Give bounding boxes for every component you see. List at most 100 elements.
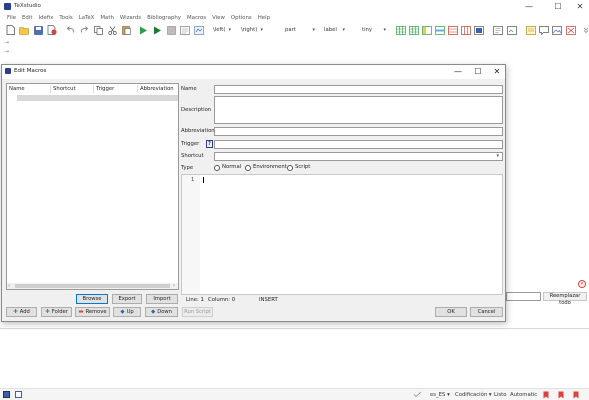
menu-math[interactable]: Math <box>97 14 117 23</box>
menu-idefix[interactable]: Idefix <box>35 14 56 23</box>
redo-icon[interactable] <box>78 24 90 36</box>
table-align-icon[interactable] <box>434 24 446 36</box>
right-delimiter-combo[interactable]: \right) ▾ <box>238 25 266 36</box>
references-combo[interactable]: label ▾ <box>321 25 348 36</box>
menu-file[interactable]: File <box>4 14 19 23</box>
arrow-icon[interactable]: → <box>4 48 9 55</box>
bookmark-red-icon[interactable] <box>542 391 549 399</box>
dialog-close-button[interactable]: ✕ <box>492 67 502 77</box>
type-normal-radio[interactable]: Normal <box>214 164 241 171</box>
trigger-input[interactable] <box>214 140 503 149</box>
menu-view[interactable]: View <box>209 14 228 23</box>
menu-tools[interactable]: Tools <box>56 14 75 23</box>
save-icon[interactable] <box>32 24 44 36</box>
close-file-icon[interactable] <box>46 24 58 36</box>
image-icon[interactable] <box>551 24 563 36</box>
column-header-trigger[interactable]: Trigger <box>96 85 114 93</box>
table-remove-row-icon[interactable] <box>447 24 459 36</box>
import-button[interactable]: Import <box>146 294 178 304</box>
mode-text: Automatic <box>510 392 538 398</box>
menu-latex[interactable]: LaTeX <box>76 14 98 23</box>
bookmark-icon[interactable] <box>492 24 504 36</box>
cut-icon[interactable] <box>106 24 118 36</box>
menu-wizards[interactable]: Wizards <box>117 14 144 23</box>
remove-button[interactable]: ▬ Remove <box>75 307 110 317</box>
font-size-combo[interactable]: tiny ▾ <box>359 25 389 36</box>
compile-icon[interactable] <box>151 24 163 36</box>
copy-icon[interactable] <box>92 24 104 36</box>
macro-table[interactable]: Name Shortcut Trigger Abbreviation ‹ › <box>6 83 179 290</box>
cancel-button[interactable]: Cancel <box>470 307 503 317</box>
run-script-button[interactable]: Run Script <box>182 307 213 317</box>
stop-icon[interactable] <box>165 24 177 36</box>
close-button[interactable]: ✕ <box>575 2 585 12</box>
radio-dot <box>287 164 293 171</box>
menu-bibliography[interactable]: Bibliography <box>144 14 184 23</box>
statusbar: es_ES ▾ Codificación ▾ Listo Automatic <box>0 388 589 400</box>
comment-icon[interactable] <box>538 24 550 36</box>
down-button[interactable]: ◆ Down <box>145 307 178 317</box>
dialog-minimize-button[interactable]: — <box>453 67 463 77</box>
arrow-icon[interactable]: → <box>4 39 9 46</box>
add-button[interactable]: ✚ Add <box>6 307 37 317</box>
toolbar-overflow-icon[interactable] <box>580 24 589 36</box>
view-log-icon[interactable] <box>179 24 191 36</box>
menu-options[interactable]: Options <box>228 14 255 23</box>
abbreviation-input[interactable] <box>214 127 503 136</box>
menu-macros[interactable]: Macros <box>184 14 209 23</box>
close-search-icon[interactable]: ✕ <box>578 280 586 288</box>
left-delimiter-combo[interactable]: \left(▾ <box>210 25 234 36</box>
shortcut-combo[interactable]: ▾ <box>214 152 503 161</box>
table-row[interactable] <box>17 95 178 101</box>
build-view-icon[interactable] <box>137 24 149 36</box>
column-header-name[interactable]: Name <box>9 85 25 93</box>
trigger-help-button[interactable]: ? <box>206 140 213 148</box>
todo-note-icon[interactable] <box>525 24 537 36</box>
macro-code-editor[interactable]: 1 <box>181 174 503 295</box>
insert-graphic-icon[interactable] <box>506 24 518 36</box>
menu-edit[interactable]: Edit <box>19 14 35 23</box>
replace-input[interactable] <box>506 292 541 301</box>
messages-panel-icon[interactable] <box>15 391 22 398</box>
bookmark-red-icon[interactable] <box>557 391 564 399</box>
horizontal-scrollbar[interactable]: ‹ › <box>7 283 178 289</box>
type-environment-radio[interactable]: Environment <box>245 164 287 171</box>
type-script-radio[interactable]: Script <box>287 164 310 171</box>
replace-all-button[interactable]: Reemplazar todo <box>543 292 587 306</box>
undo-icon[interactable] <box>64 24 76 36</box>
table-add-column-icon[interactable] <box>421 24 433 36</box>
maximize-button[interactable]: ☐ <box>553 2 563 12</box>
paste-icon[interactable] <box>120 24 132 36</box>
minimize-button[interactable]: — <box>524 2 534 12</box>
text-cursor <box>203 177 204 183</box>
name-input[interactable] <box>214 85 503 94</box>
table-remove-column-icon[interactable] <box>460 24 472 36</box>
description-textarea[interactable] <box>214 96 503 124</box>
trigger-label: Trigger <box>181 141 200 147</box>
table-add-row-icon[interactable] <box>408 24 420 36</box>
export-button[interactable]: Export <box>112 294 142 304</box>
menu-help[interactable]: Help <box>255 14 273 23</box>
sectioning-combo[interactable]: part ▾ <box>282 25 318 36</box>
wizard-icon[interactable] <box>565 24 577 36</box>
column-header-abbreviation[interactable]: Abbreviation <box>140 85 174 93</box>
encoding-selector[interactable]: Codificación ▾ <box>455 391 492 399</box>
scrollbar-thumb[interactable] <box>15 284 170 288</box>
column-header-shortcut[interactable]: Shortcut <box>53 85 76 93</box>
table-cut-icon[interactable] <box>473 24 485 36</box>
tabular-icon[interactable] <box>395 24 407 36</box>
language-selector[interactable]: es_ES ▾ <box>430 391 450 399</box>
dialog-maximize-button[interactable]: ☐ <box>473 67 483 77</box>
scroll-right-icon[interactable]: › <box>173 283 175 289</box>
ok-button[interactable]: OK <box>435 307 467 317</box>
up-button[interactable]: ◆ Up <box>113 307 141 317</box>
scroll-left-icon[interactable]: ‹ <box>8 283 10 289</box>
browse-button[interactable]: Browse <box>76 294 108 304</box>
folder-button[interactable]: ✚ Folder <box>41 307 72 317</box>
open-folder-icon[interactable] <box>18 24 30 36</box>
structure-panel-icon[interactable] <box>3 391 10 398</box>
bookmark-red-icon[interactable] <box>572 391 579 399</box>
arrow-down-icon: ◆ <box>151 309 156 315</box>
view-pdf-icon[interactable] <box>193 24 205 36</box>
new-file-icon[interactable] <box>4 24 16 36</box>
